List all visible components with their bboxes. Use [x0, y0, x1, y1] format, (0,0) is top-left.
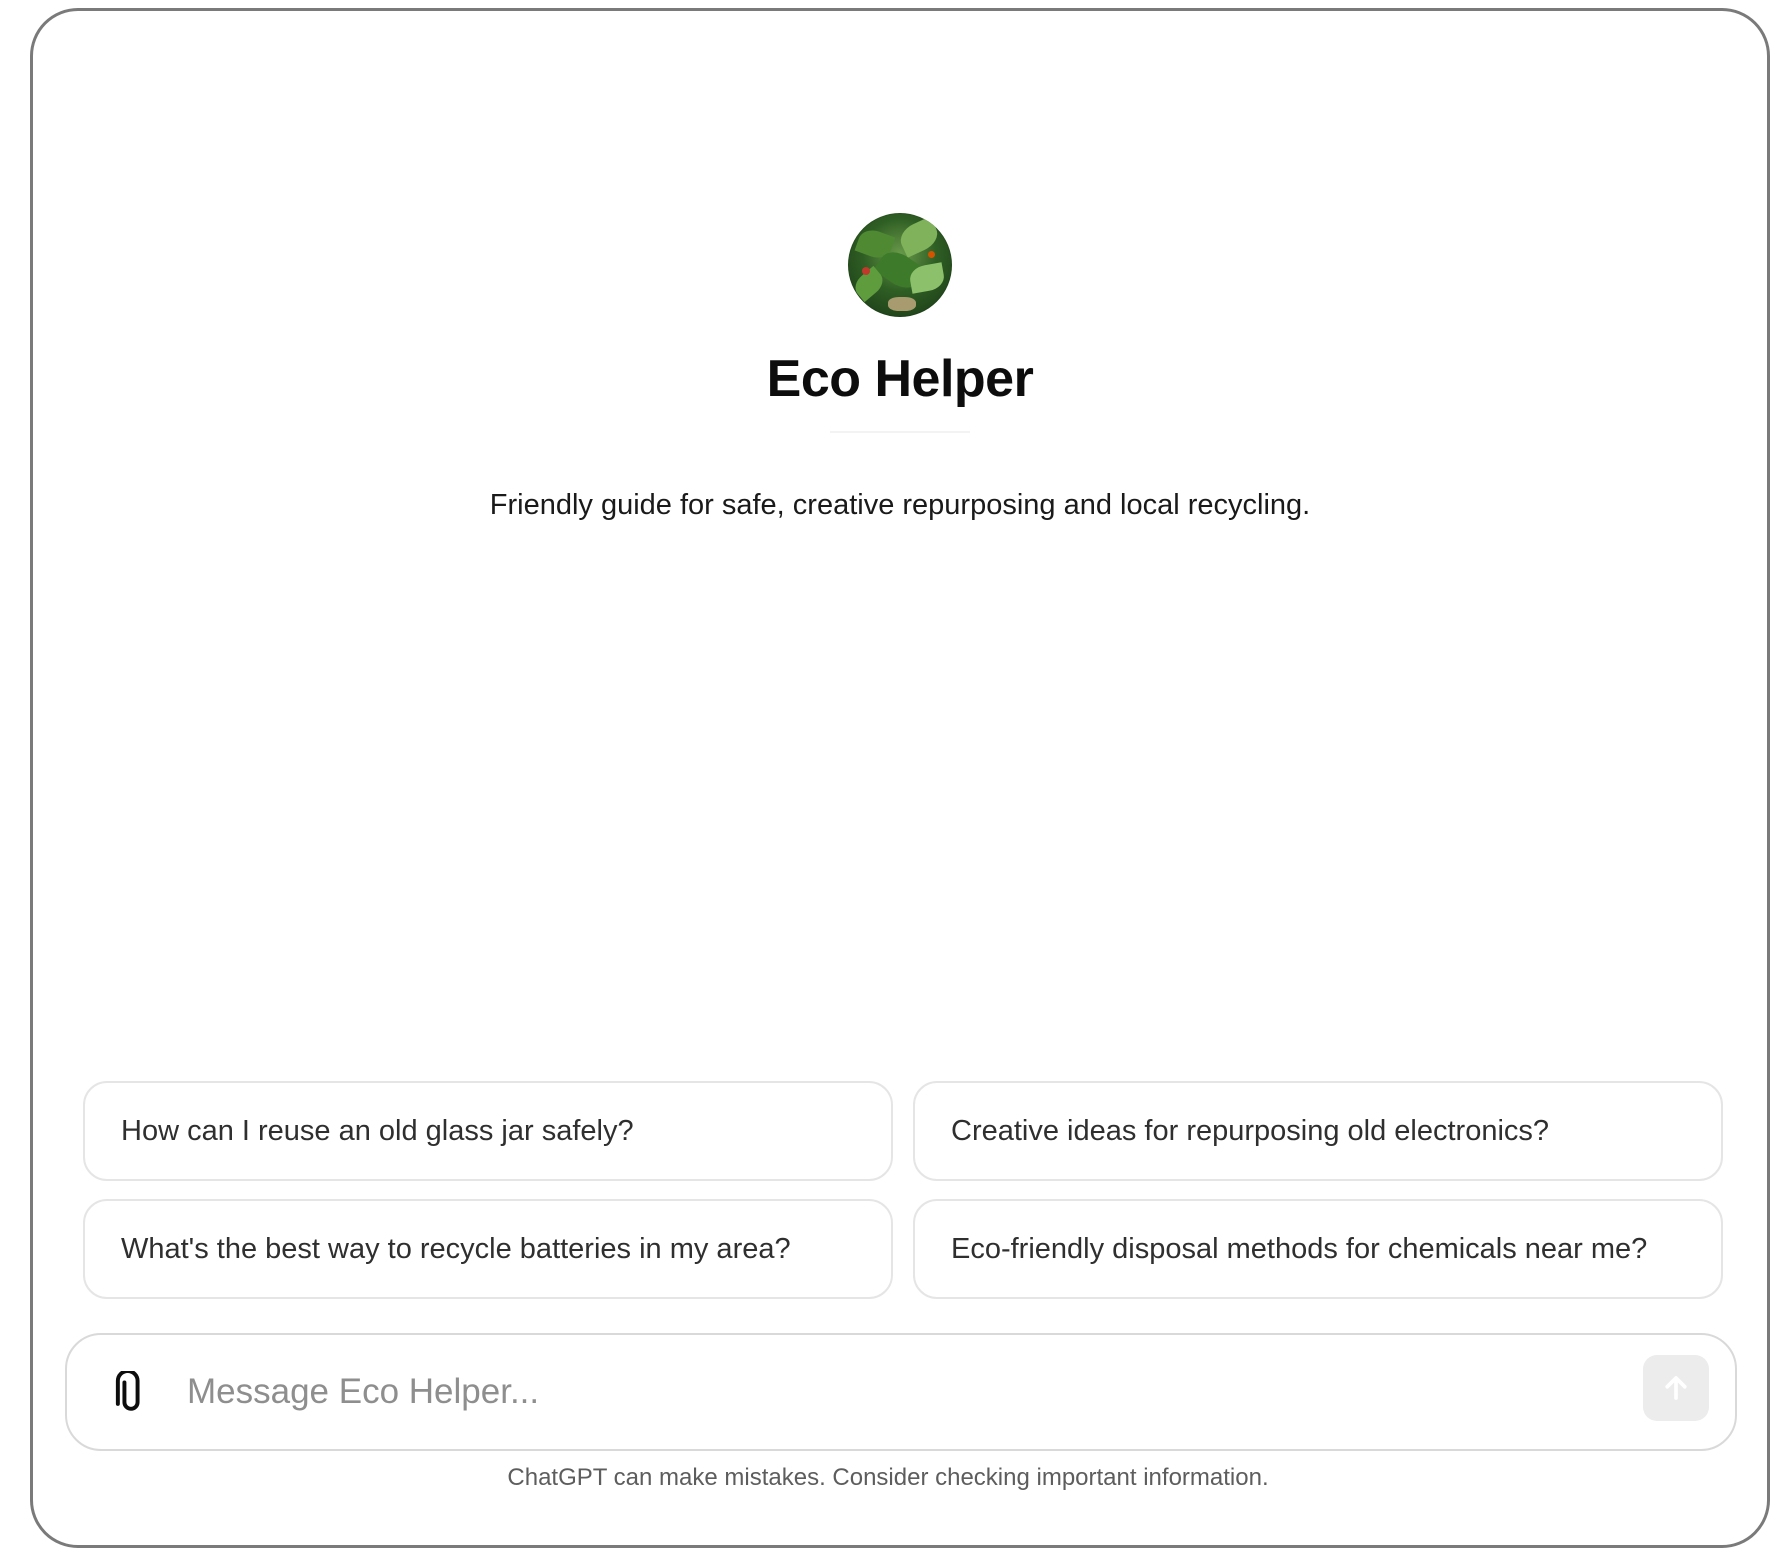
suggestion-chip[interactable]: How can I reuse an old glass jar safely?	[83, 1081, 893, 1181]
gpt-title: Eco Helper	[766, 350, 1034, 408]
send-button[interactable]	[1643, 1355, 1709, 1421]
gpt-header: Eco Helper Friendly guide for safe, crea…	[33, 213, 1767, 522]
gpt-description: Friendly guide for safe, creative repurp…	[489, 489, 1311, 521]
avatar-berry	[862, 267, 870, 275]
disclaimer-text: ChatGPT can make mistakes. Consider chec…	[507, 1464, 1269, 1491]
avatar-berry	[928, 251, 935, 258]
paperclip-icon[interactable]	[111, 1369, 151, 1417]
chat-window: Eco Helper Friendly guide for safe, crea…	[30, 8, 1770, 1548]
suggestion-grid: How can I reuse an old glass jar safely?…	[83, 1081, 1723, 1299]
message-composer	[65, 1333, 1737, 1451]
gpt-avatar	[848, 213, 952, 317]
suggestion-chip[interactable]: Eco-friendly disposal methods for chemic…	[913, 1199, 1723, 1299]
avatar-leaf	[895, 216, 943, 258]
avatar-stone	[888, 297, 916, 311]
arrow-up-icon	[1665, 1376, 1687, 1400]
divider	[830, 431, 970, 433]
suggestion-chip[interactable]: What's the best way to recycle batteries…	[83, 1199, 893, 1299]
suggestion-chip[interactable]: Creative ideas for repurposing old elect…	[913, 1081, 1723, 1181]
message-input[interactable]	[185, 1361, 1549, 1423]
